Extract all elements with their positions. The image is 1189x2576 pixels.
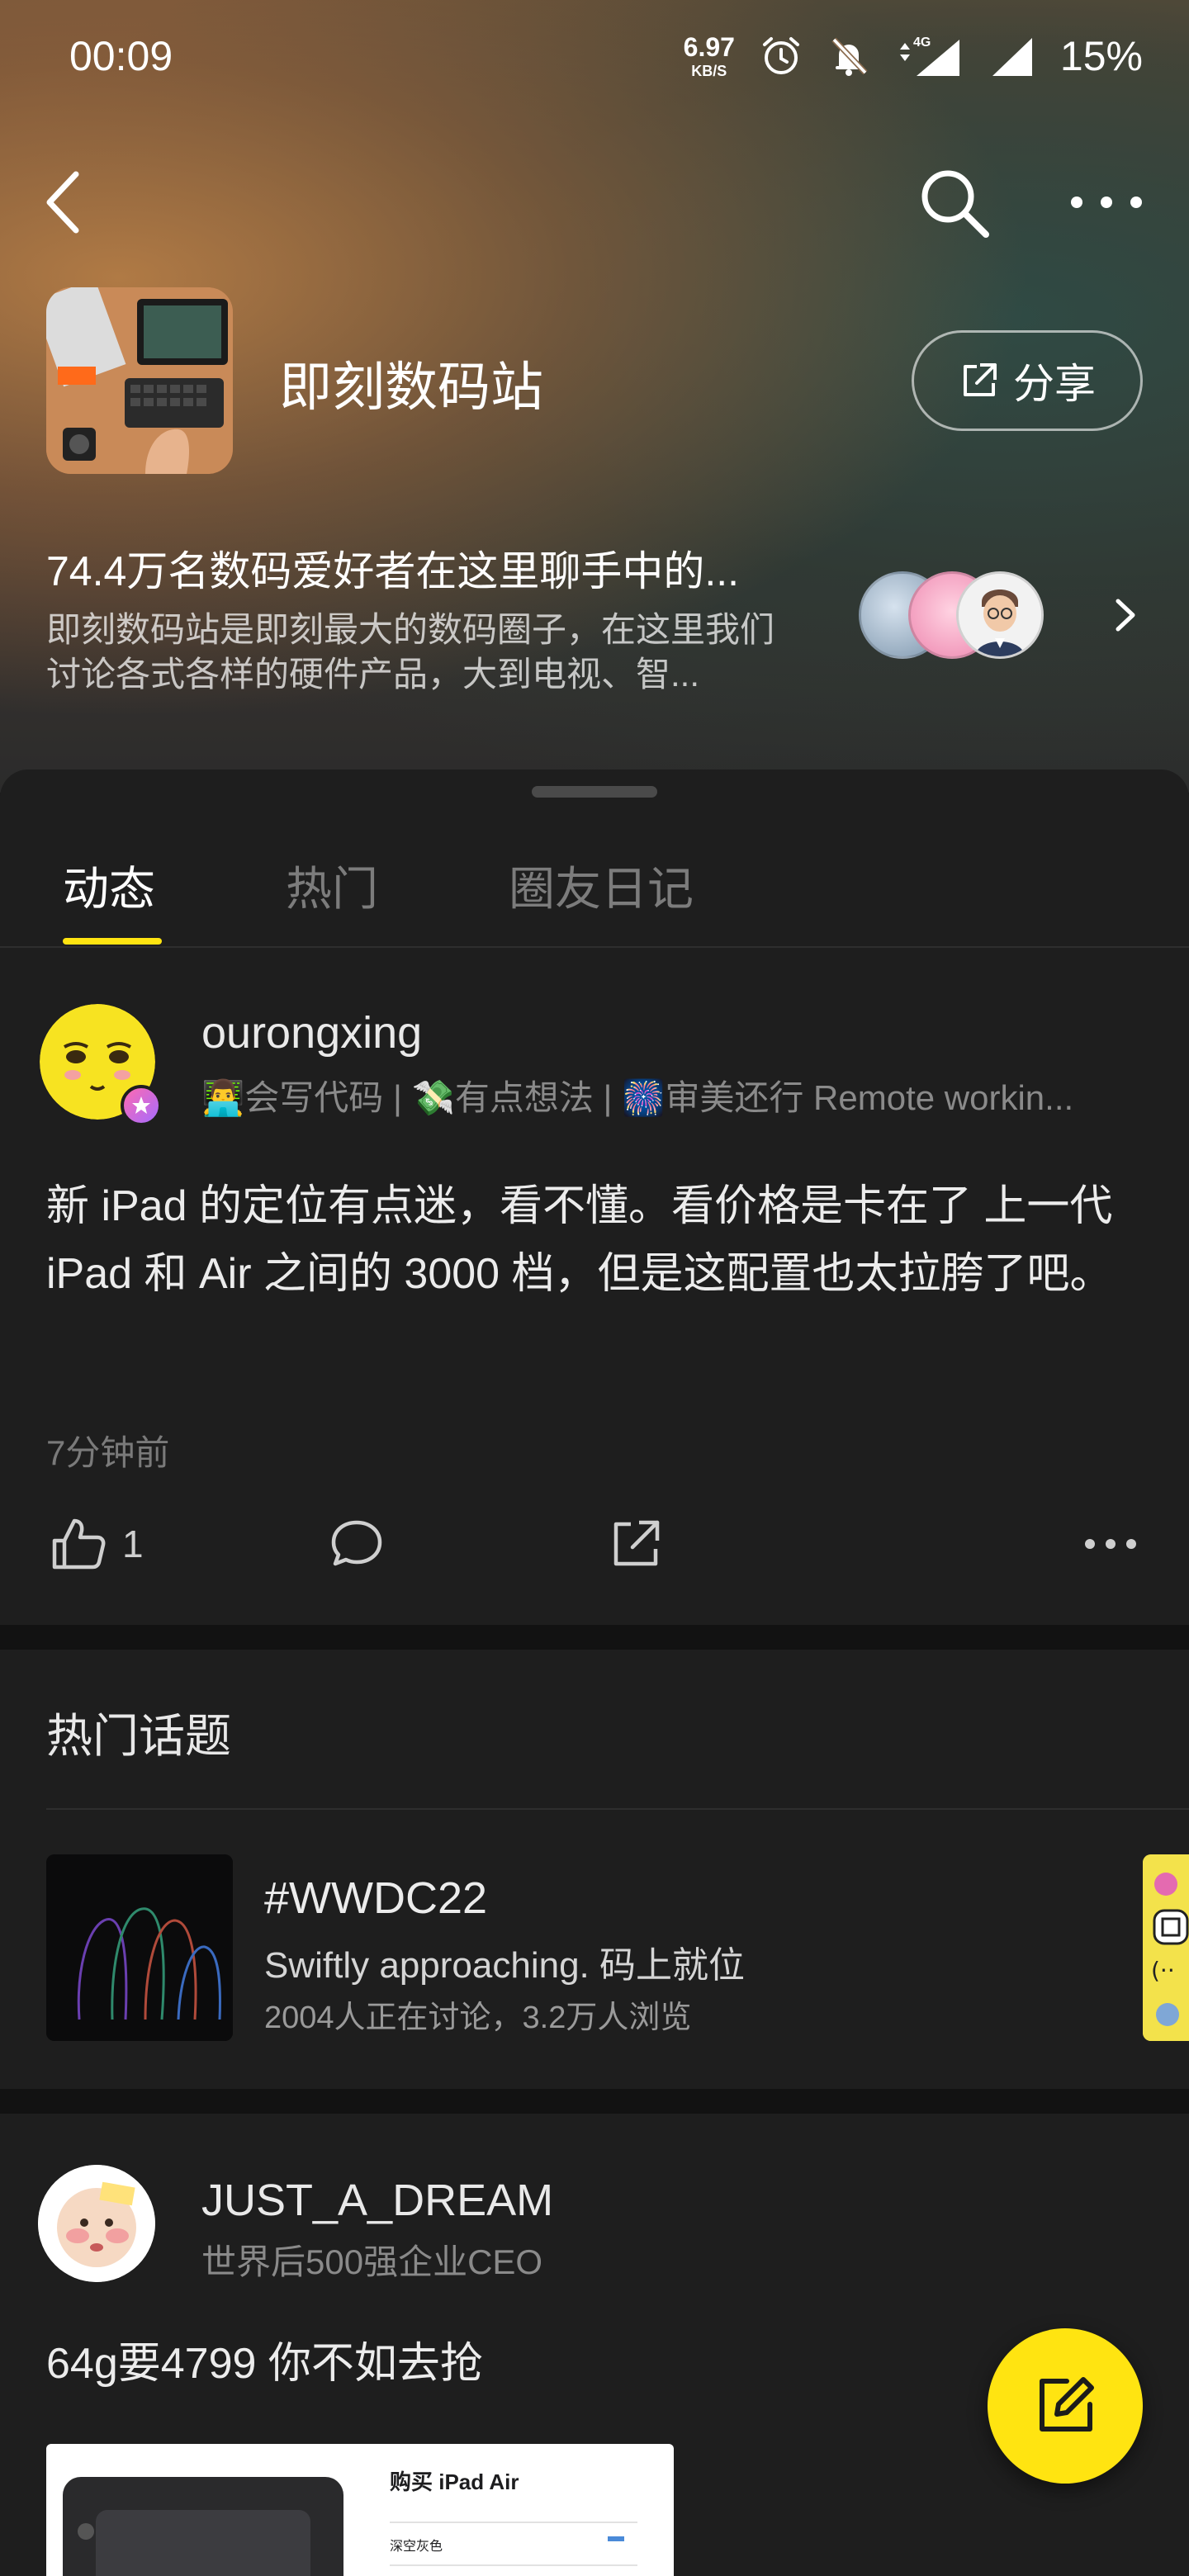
circle-headline[interactable]: 74.4万名数码爱好者在这里聊手中的... (46, 538, 806, 598)
post-user-bio: 👨‍💻会写代码 | 💸有点想法 | 🎆审美还行 Remote workin... (201, 1078, 1074, 1117)
post-username[interactable]: JUST_A_DREAM (201, 2175, 553, 2226)
topic-subtitle: Swiftly approaching. 码上就位 (264, 1945, 745, 1986)
comment-icon (331, 1520, 382, 1566)
mute-bell-icon (831, 37, 868, 76)
battery-percent: 15% (1059, 33, 1143, 79)
more-options-button[interactable] (1065, 182, 1148, 223)
more-dots-icon (1085, 1539, 1136, 1549)
post-content[interactable]: 64g要4799 你不如去抢 (46, 2330, 955, 2398)
circle-title: 即刻数码站 (279, 358, 543, 417)
network-speed: 6.97 KB/S (683, 32, 735, 79)
comment-button[interactable] (327, 1514, 386, 1574)
status-icons: 6.97 KB/S 4G 15% (684, 32, 1143, 80)
post-user-bio: 世界后500强企业CEO (201, 2242, 543, 2281)
tab-bar: 动态 热门 圈友日记 (0, 822, 1189, 948)
back-arrow-icon (46, 171, 79, 234)
ipad-photo (63, 2477, 343, 2576)
like-count: 1 (122, 1522, 144, 1565)
circle-header: 00:09 6.97 KB/S 4G 15% 即刻数码站 分享 74.4万名数码… (0, 0, 1189, 793)
member-avatar (956, 571, 1044, 659)
share-icon (613, 1520, 660, 1566)
post-image[interactable]: 购买 iPad Air 深空灰色 (46, 2444, 674, 2576)
share-icon (964, 363, 997, 396)
topic-stats: 2004人正在讨论，3.2万人浏览 (264, 2001, 692, 2035)
nav-bar (0, 157, 1189, 248)
more-dots-icon (1071, 197, 1142, 208)
search-button[interactable] (915, 163, 994, 243)
section-divider (0, 1625, 1189, 1650)
tab-member-diary[interactable]: 圈友日记 (509, 852, 694, 919)
share-label: 分享 (1013, 361, 1096, 407)
signal-4g-icon: 4G (899, 36, 959, 76)
desk-photo-icon (46, 287, 233, 474)
status-bar: 00:09 6.97 KB/S 4G 15% (0, 0, 1189, 112)
user-avatar[interactable] (38, 2165, 155, 2282)
post-more-button[interactable] (1082, 1526, 1139, 1562)
image-option: 深空灰色 (390, 2540, 443, 2554)
star-badge-icon (132, 1096, 150, 1114)
search-icon (921, 170, 989, 238)
post-content[interactable]: 新 iPad 的定位有点迷，看不懂。看价格是卡在了 上一代 iPad 和 Air… (46, 1172, 1153, 1308)
post-timestamp: 7分钟前 (46, 1433, 170, 1472)
tab-updates[interactable]: 动态 (63, 852, 155, 919)
repost-button[interactable] (606, 1514, 666, 1574)
post-card: ourongxing 👨‍💻会写代码 | 💸有点想法 | 🎆审美还行 Remot… (0, 948, 1189, 1625)
post-username[interactable]: ourongxing (201, 1007, 422, 1058)
like-button[interactable]: 1 (48, 1514, 144, 1574)
alarm-icon (762, 37, 799, 74)
image-title: 购买 iPad Air (390, 2469, 519, 2494)
hot-topics-title: 热门话题 (46, 1710, 231, 1762)
back-button[interactable] (43, 165, 101, 239)
chevron-right-icon[interactable] (1113, 596, 1138, 634)
active-tab-indicator (63, 938, 162, 945)
svg-text:(··: (·· (1151, 1957, 1175, 1984)
hot-topics-divider (46, 1808, 1189, 1810)
share-button[interactable]: 分享 (912, 330, 1143, 431)
compose-button[interactable] (988, 2328, 1143, 2484)
topic-name: #WWDC22 (264, 1873, 488, 1923)
member-avatars[interactable] (859, 571, 1050, 659)
thumbs-up-icon (52, 1518, 106, 1570)
status-time: 00:09 (69, 33, 173, 79)
circle-cover-image (46, 287, 233, 474)
next-topic-card-peek[interactable]: (·· (1143, 1854, 1189, 2041)
circle-description[interactable]: 即刻数码站是即刻最大的数码圈子，在这里我们讨论各式各样的硬件产品，大到电视、智.… (46, 608, 806, 697)
svg-text:4G: 4G (913, 36, 931, 50)
tab-popular[interactable]: 热门 (286, 852, 378, 919)
edit-icon (1040, 2377, 1094, 2432)
section-divider (0, 2089, 1189, 2114)
topic-thumbnail (46, 1854, 233, 2041)
user-badge (121, 1085, 162, 1126)
sheet-grabber[interactable] (532, 786, 657, 798)
signal-icon (992, 38, 1032, 76)
